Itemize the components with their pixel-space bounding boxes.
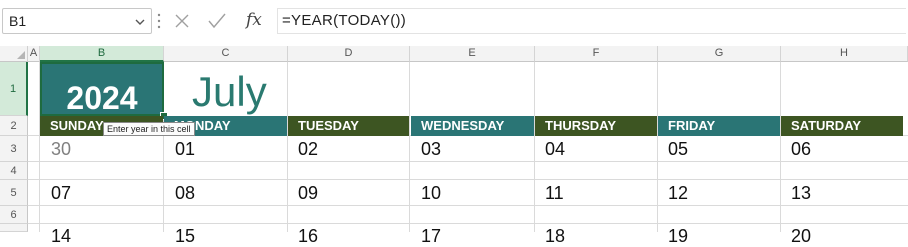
day-cell[interactable]: 04 [545, 139, 565, 160]
select-all-corner[interactable] [0, 46, 28, 62]
row-header-4[interactable]: 4 [0, 162, 28, 180]
row-header-6[interactable]: 6 [0, 206, 28, 224]
gridline [287, 62, 288, 232]
day-cell[interactable]: 11 [545, 183, 564, 204]
day-cell[interactable]: 14 [51, 226, 71, 247]
year-value: 2024 [66, 80, 138, 116]
month-title[interactable]: July [192, 68, 267, 116]
function-fx-icon[interactable]: fx [246, 10, 262, 30]
day-cell[interactable]: 06 [791, 139, 811, 160]
gridline [28, 161, 908, 162]
worksheet-grid[interactable]: A B C D E F G H 1 2 3 4 5 6 2024 July SU… [0, 46, 908, 246]
chevron-down-icon[interactable] [135, 18, 145, 26]
row-header-3[interactable]: 3 [0, 136, 28, 162]
formula-text: =YEAR(TODAY()) [282, 12, 407, 29]
day-cell[interactable]: 13 [791, 183, 811, 204]
row-header-1[interactable]: 1 [0, 62, 28, 116]
gridline [28, 205, 908, 206]
day-cell[interactable]: 09 [298, 183, 318, 204]
day-cell[interactable]: 19 [668, 226, 688, 247]
column-header-c[interactable]: C [164, 46, 288, 62]
day-header-friday[interactable]: FRIDAY [658, 116, 780, 136]
formula-bar: B1 fx =YEAR(TODAY()) [0, 0, 908, 46]
day-cell[interactable]: 08 [175, 183, 195, 204]
day-cell[interactable]: 18 [545, 226, 565, 247]
name-box[interactable]: B1 [2, 8, 152, 34]
gridline [534, 62, 535, 232]
gridline [409, 62, 410, 232]
cancel-x-icon[interactable] [174, 13, 190, 29]
day-cell[interactable]: 05 [668, 139, 688, 160]
day-header-thursday[interactable]: THURSDAY [535, 116, 657, 136]
day-cell[interactable]: 07 [51, 183, 71, 204]
column-header-g[interactable]: G [658, 46, 781, 62]
day-cell[interactable]: 02 [298, 139, 318, 160]
gridline [28, 179, 908, 180]
enter-check-icon[interactable] [208, 13, 226, 29]
day-cell[interactable]: 10 [421, 183, 441, 204]
day-cell[interactable]: 12 [668, 183, 688, 204]
row-header-5[interactable]: 5 [0, 180, 28, 206]
row-header-7[interactable] [0, 224, 28, 232]
column-header-e[interactable]: E [410, 46, 535, 62]
gridline [780, 62, 781, 232]
gridline [657, 62, 658, 232]
day-cell[interactable]: 17 [421, 226, 441, 247]
gridline [28, 223, 908, 224]
column-header-d[interactable]: D [288, 46, 410, 62]
formula-input[interactable]: =YEAR(TODAY()) [277, 8, 906, 34]
year-cell-selected[interactable]: 2024 [40, 62, 164, 116]
column-header-f[interactable]: F [535, 46, 658, 62]
input-tooltip: Enter year in this cell [103, 122, 195, 136]
day-header-tuesday[interactable]: TUESDAY [288, 116, 409, 136]
name-box-value: B1 [9, 13, 27, 29]
day-cell[interactable]: 30 [51, 139, 71, 160]
day-cell[interactable]: 01 [175, 139, 195, 160]
day-header-saturday[interactable]: SATURDAY [781, 116, 903, 136]
day-cell[interactable]: 16 [298, 226, 318, 247]
more-options-icon[interactable] [157, 12, 161, 30]
select-all-icon [17, 51, 25, 59]
column-header-a[interactable]: A [28, 46, 40, 62]
formula-controls: fx [166, 8, 276, 34]
day-cell[interactable]: 20 [791, 226, 811, 247]
day-header-wednesday[interactable]: WEDNESDAY [411, 116, 534, 136]
row-header-2[interactable]: 2 [0, 116, 28, 136]
day-cell[interactable]: 15 [175, 226, 195, 247]
column-header-b[interactable]: B [40, 46, 164, 62]
day-cell[interactable]: 03 [421, 139, 441, 160]
column-header-h[interactable]: H [781, 46, 908, 62]
